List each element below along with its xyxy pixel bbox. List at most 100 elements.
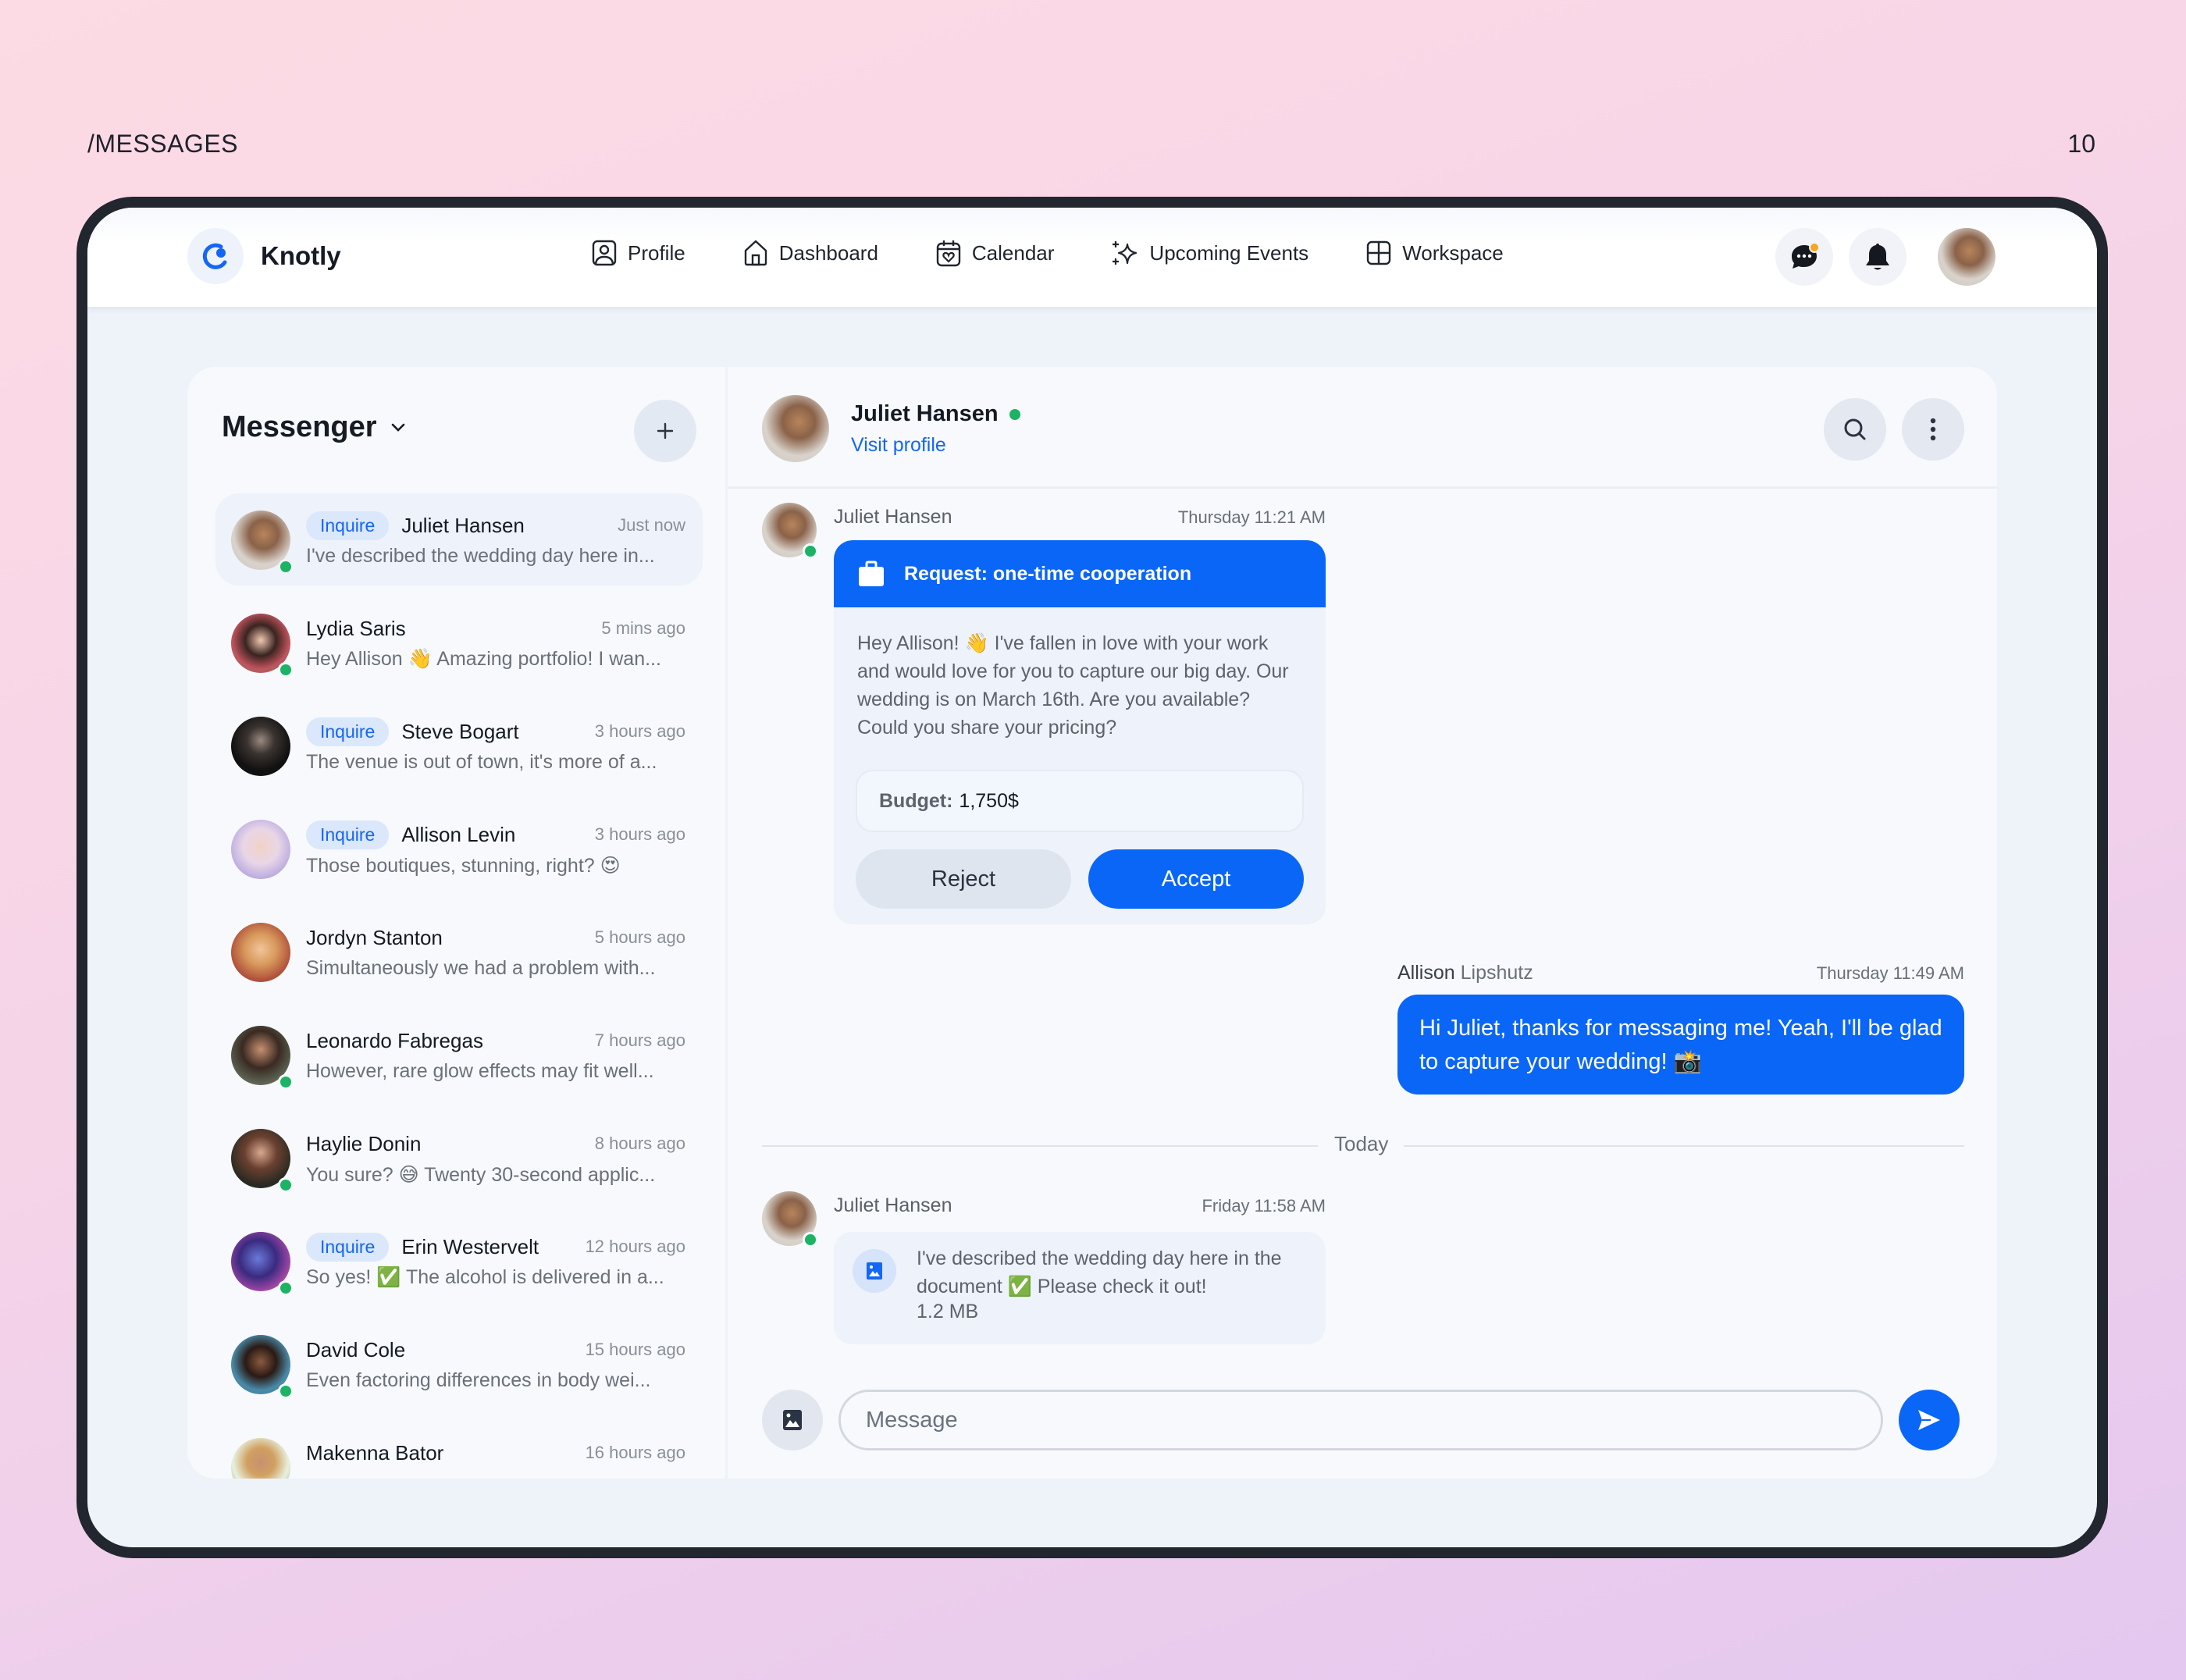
conversation-item[interactable]: Inquire Erin Westervelt 12 hours ago So yes… [215, 1215, 703, 1318]
nav-calendar[interactable]: Calendar [936, 239, 1055, 267]
conversation-name: Makenna Bator [306, 1440, 444, 1465]
message-timestamp: Friday 11:58 AM [1202, 1196, 1326, 1216]
online-status-indicator [1009, 408, 1020, 420]
conversation-name: Allison Levin [401, 822, 516, 846]
date-divider-label: Today [1334, 1132, 1389, 1155]
conversation-name: Jordyn Stanton [306, 925, 443, 949]
conversation-name: Juliet Hansen [401, 513, 525, 537]
contact-avatar[interactable] [762, 395, 829, 462]
user-avatar[interactable] [1938, 228, 1996, 286]
outgoing-message-bubble: Hi Juliet, thanks for messaging me! Yeah… [1397, 995, 1964, 1094]
chat-bubble-icon [1792, 242, 1820, 269]
more-vertical-icon [1930, 418, 1936, 441]
conversation-preview: Simultaneously we had a problem with... [306, 957, 656, 979]
top-navigation-bar: Knotly Profile Dashboard Calendar Upcomi… [87, 208, 2097, 308]
brand-name: Knotly [261, 241, 341, 270]
messenger-title-dropdown[interactable]: Messenger [222, 411, 405, 444]
conversation-time: 5 mins ago [601, 618, 685, 638]
conversation-preview: Those boutiques, stunning, right? 😍 [306, 855, 621, 877]
profile-icon [592, 240, 617, 266]
conversation-preview: So yes! ✅ The alcohol is delivered in a.… [306, 1266, 664, 1288]
conversation-time: 12 hours ago [585, 1237, 685, 1256]
conversation-item[interactable]: Lydia Saris 5 mins ago Hey Allison 👋 Amazi… [215, 596, 703, 699]
message-sender: Allison Lipshutz [1397, 962, 1533, 984]
conversation-name: Steve Bogart [401, 719, 519, 743]
message-timestamp: Thursday 11:21 AM [1177, 507, 1326, 527]
brand[interactable]: Knotly [187, 228, 341, 284]
attach-image-button[interactable] [762, 1390, 823, 1450]
conversation-header: Inquire Steve Bogart 3 hours ago [306, 717, 685, 746]
page-number: 10 [2067, 130, 2095, 158]
conversation-header: Inquire Erin Westervelt 12 hours ago [306, 1232, 685, 1262]
date-divider-line [1404, 1145, 1964, 1147]
conversation-item[interactable]: Jordyn Stanton 5 hours ago Simultaneously … [215, 906, 703, 1009]
conversation-time: 16 hours ago [585, 1443, 685, 1462]
nav-calendar-label: Calendar [971, 240, 1055, 265]
bell-icon [1866, 244, 1889, 270]
conversation-preview: However, rare glow effects may fit well.… [306, 1060, 654, 1082]
chat-header-actions [1808, 398, 1964, 461]
chat-panel: Juliet Hansen Visit profile Juliet Hanse… [728, 367, 1997, 1479]
conversation-item[interactable]: Inquire Steve Bogart 3 hours ago The venue … [215, 699, 703, 803]
nav-profile[interactable]: Profile [592, 240, 685, 266]
more-options-button[interactable] [1902, 398, 1964, 461]
send-icon [1918, 1410, 1940, 1430]
conversation-item[interactable]: Makenna Bator 16 hours ago [215, 1421, 703, 1479]
image-file-icon [853, 1249, 896, 1293]
device-frame: Knotly Profile Dashboard Calendar Upcomi… [77, 197, 2108, 1558]
messenger-panel: Messenger Inquire Juliet Hansen Just now I'… [187, 367, 1997, 1479]
chevron-down-icon [391, 423, 404, 432]
nav-dashboard[interactable]: Dashboard [743, 240, 878, 266]
conversation-name: Haylie Donin [306, 1131, 422, 1155]
conversation-name: Leonardo Fabregas [306, 1028, 483, 1052]
nav-workspace[interactable]: Workspace [1366, 240, 1504, 265]
avatar [231, 1438, 290, 1479]
online-status-indicator [278, 1280, 294, 1296]
nav-upcoming-events[interactable]: Upcoming Events [1112, 240, 1308, 266]
conversation-preview: The venue is out of town, it's more of a… [306, 751, 657, 773]
contact-name-text: Juliet Hansen [851, 401, 999, 426]
knotly-logo-icon [187, 228, 244, 284]
avatar [231, 717, 290, 776]
conversation-list: Inquire Juliet Hansen Just now I've describ… [215, 493, 703, 1479]
message-timestamp: Thursday 11:49 AM [1816, 963, 1964, 983]
request-title: Request: one-time cooperation [904, 562, 1192, 585]
conversation-header: David Cole 15 hours ago [306, 1335, 685, 1365]
file-attachment-card[interactable]: I've described the wedding day here in t… [834, 1232, 1326, 1344]
messages-button[interactable] [1775, 228, 1833, 286]
conversation-item[interactable]: Leonardo Fabregas 7 hours ago However, rar… [215, 1009, 703, 1112]
file-size: 1.2 MB [917, 1301, 979, 1322]
conversation-time: 8 hours ago [594, 1134, 685, 1153]
header-actions [1760, 228, 1996, 286]
conversation-item[interactable]: Inquire Allison Levin 3 hours ago Those bou… [215, 803, 703, 906]
accept-button[interactable]: Accept [1088, 849, 1304, 909]
conversation-header: Inquire Allison Levin 3 hours ago [306, 820, 685, 849]
conversation-item[interactable]: Inquire Juliet Hansen Just now I've describ… [215, 493, 703, 586]
new-conversation-button[interactable] [634, 400, 696, 462]
inquire-badge: Inquire [306, 717, 390, 746]
reject-button[interactable]: Reject [856, 849, 1071, 909]
online-status-indicator [278, 1383, 294, 1399]
grid-icon [1366, 240, 1391, 265]
visit-profile-link[interactable]: Visit profile [851, 434, 946, 457]
notifications-button[interactable] [1849, 228, 1907, 286]
sender-last-name: Lipshutz [1460, 962, 1533, 984]
conversation-item[interactable]: David Cole 15 hours ago Even factoring dif… [215, 1318, 703, 1421]
message-input[interactable] [838, 1390, 1883, 1450]
avatar [231, 923, 290, 982]
send-button[interactable] [1899, 1390, 1960, 1450]
conversation-header: Makenna Bator 16 hours ago [306, 1438, 685, 1468]
search-chat-button[interactable] [1824, 398, 1886, 461]
nav-upcoming-events-label: Upcoming Events [1149, 240, 1309, 265]
calendar-heart-icon [936, 240, 961, 267]
app-screen: Knotly Profile Dashboard Calendar Upcomi… [87, 208, 2097, 1547]
nav-workspace-label: Workspace [1402, 240, 1504, 265]
conversation-item[interactable]: Haylie Donin 8 hours ago You sure? 😅 Twent… [215, 1112, 703, 1215]
main-nav: Profile Dashboard Calendar Upcoming Even… [592, 239, 1561, 267]
page-section-label: /MESSAGES [87, 130, 238, 158]
message-sender: Juliet Hansen [834, 1194, 952, 1216]
inquire-badge: Inquire [306, 1232, 390, 1262]
conversation-preview: You sure? 😅 Twenty 30-second applic... [306, 1164, 656, 1186]
chat-header: Juliet Hansen Visit profile [728, 367, 1997, 489]
plus-icon [657, 422, 674, 440]
